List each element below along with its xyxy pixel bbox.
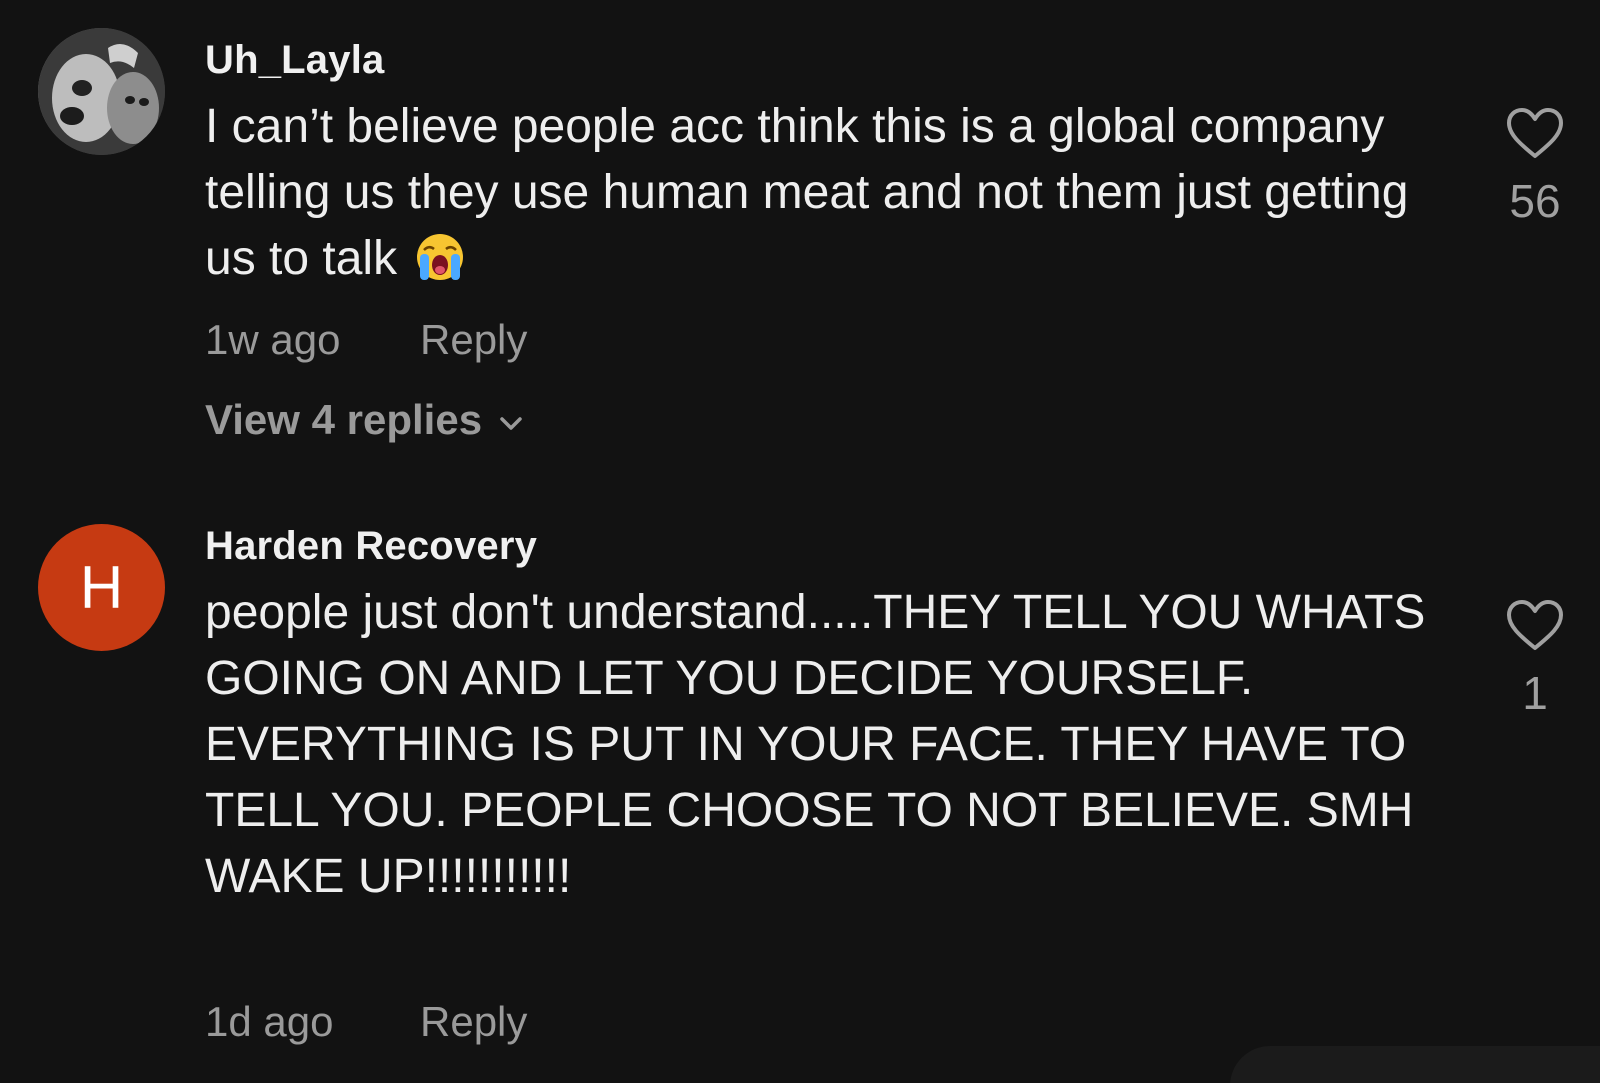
reply-button[interactable]: Reply bbox=[420, 316, 527, 364]
comment-username[interactable]: Uh_Layla bbox=[205, 38, 384, 83]
comment-meta: 1w ago Reply bbox=[205, 316, 527, 364]
avatar-initial: H bbox=[79, 554, 124, 621]
avatar[interactable]: H bbox=[38, 524, 165, 651]
comment-item: Uh_Layla I can’t believe people acc thin… bbox=[0, 0, 1600, 500]
comment-timestamp: 1d ago bbox=[205, 998, 334, 1045]
loudly-crying-face-icon bbox=[417, 234, 464, 280]
like-control: 1 bbox=[1500, 598, 1570, 720]
view-replies-button[interactable]: View 4 replies bbox=[205, 396, 526, 444]
comment-input-bar[interactable] bbox=[1230, 1046, 1600, 1083]
comment-meta: 1d ago Reply bbox=[205, 998, 527, 1046]
comment-text: people just don't understand.....THEY TE… bbox=[205, 586, 1426, 903]
profile-photo-icon bbox=[38, 28, 165, 155]
heart-outline-icon[interactable] bbox=[1505, 598, 1565, 654]
avatar[interactable] bbox=[38, 28, 165, 155]
reply-button[interactable]: Reply bbox=[420, 998, 527, 1046]
like-control: 56 bbox=[1500, 106, 1570, 228]
like-count: 56 bbox=[1509, 175, 1561, 227]
comment-item: H Harden Recovery people just don't unde… bbox=[0, 508, 1600, 1083]
view-replies-label: View 4 replies bbox=[205, 396, 483, 443]
comment-timestamp: 1w ago bbox=[205, 316, 341, 363]
comment-username[interactable]: Harden Recovery bbox=[205, 524, 537, 569]
like-count: 1 bbox=[1522, 667, 1548, 719]
comment-text: I can’t believe people acc think this is… bbox=[205, 100, 1409, 285]
heart-outline-icon[interactable] bbox=[1505, 106, 1565, 162]
chevron-down-icon bbox=[500, 417, 522, 430]
